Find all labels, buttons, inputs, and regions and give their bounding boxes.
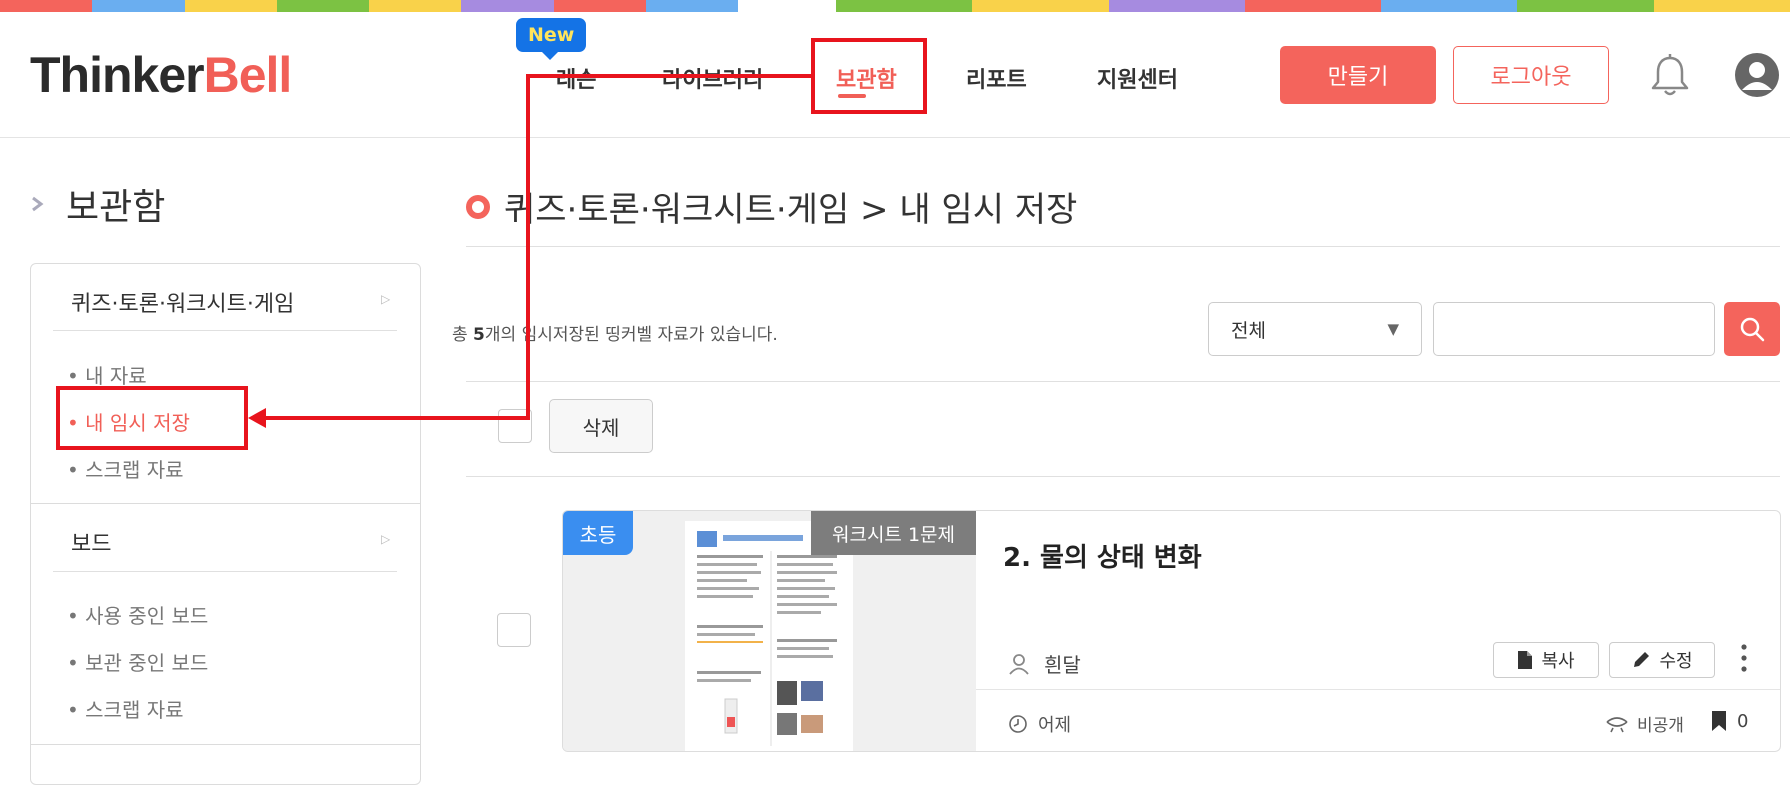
annotation-arrow: [248, 74, 811, 428]
